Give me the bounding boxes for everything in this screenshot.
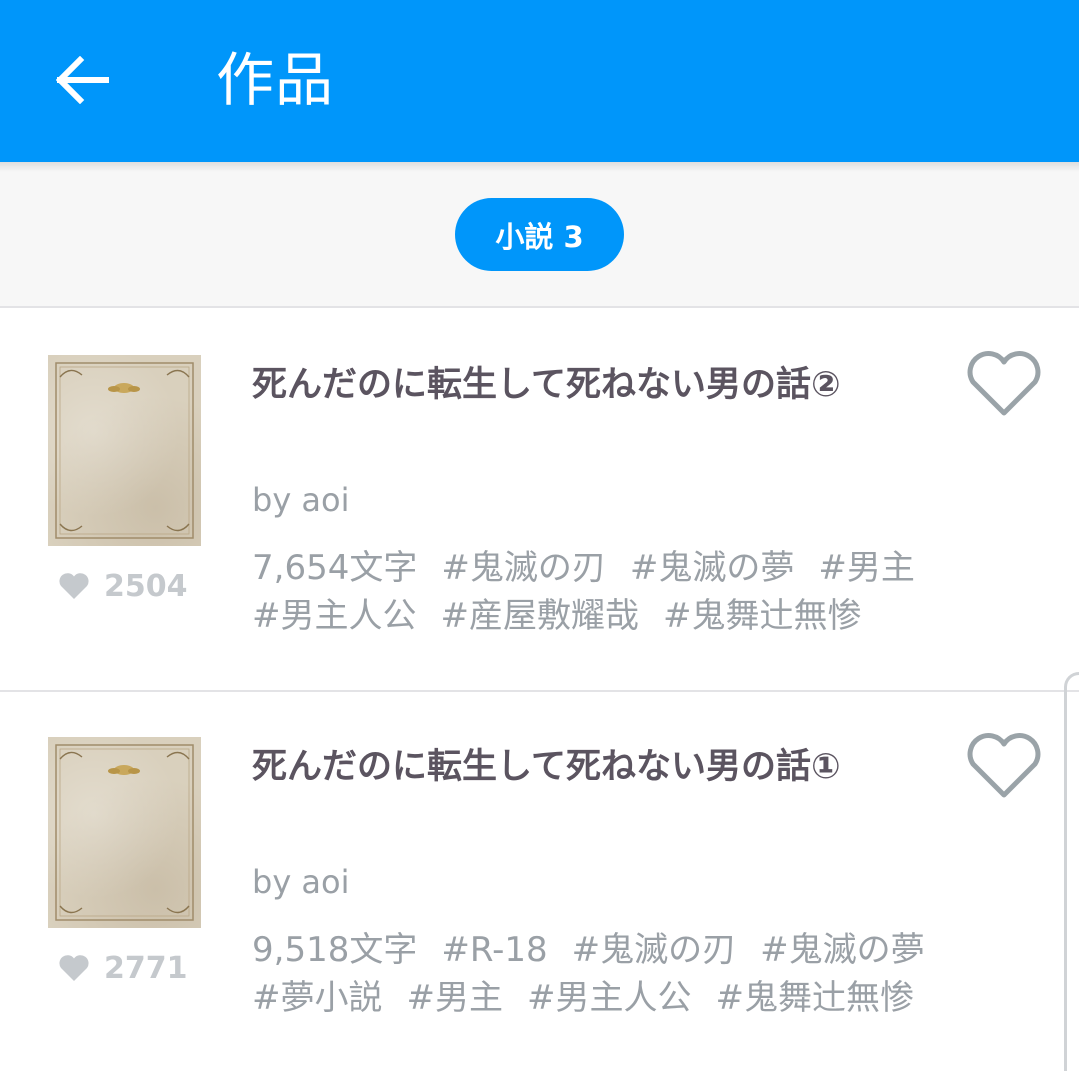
work-item[interactable]: 2504 死んだのに転生して死ねない男の話② by aoi 7,654文字 #鬼滅… [0,310,1079,692]
tag[interactable]: #産屋敷耀哉 [441,592,640,640]
char-count: 7,654文字 [252,548,418,588]
app-bar-shadow [0,162,1079,172]
heart-filled-icon [59,573,89,599]
page-title: 作品 [216,46,335,114]
work-title[interactable]: 死んだのに転生して死ねない男の話① [252,744,912,790]
heart-outline-icon [967,733,1041,798]
work-tags: 9,518文字 #R-18 #鬼滅の刃 #鬼滅の夢 #夢小説 #男主 #男主人公 #鬼舞辻無惨 [252,926,1012,1022]
back-button[interactable] [50,52,116,108]
like-count: 2771 [58,948,188,988]
tag[interactable]: #鬼舞辻無惨 [663,592,862,640]
overlay-panel-edge [1064,672,1079,1071]
bookmark-button[interactable] [965,350,1043,418]
tag[interactable]: #鬼滅の夢 [630,544,795,592]
heart-outline-icon [967,351,1041,416]
work-author[interactable]: by aoi [252,480,350,520]
heart-filled-icon [59,955,89,981]
like-count: 2504 [58,566,188,606]
tag[interactable]: #男主 [407,974,504,1022]
tag[interactable]: #夢小説 [252,974,383,1022]
app-bar: 作品 [0,0,1079,162]
work-cover-image[interactable] [48,737,201,928]
work-item[interactable]: 2771 死んだのに転生して死ねない男の話① by aoi 9,518文字 #R-… [0,692,1079,1071]
bookmark-button[interactable] [965,732,1043,800]
like-count-value: 2504 [104,568,188,604]
like-count-value: 2771 [104,950,188,986]
tag[interactable]: #鬼舞辻無惨 [716,974,915,1022]
work-cover-image[interactable] [48,355,201,546]
tag[interactable]: #男主人公 [527,974,692,1022]
tag[interactable]: #鬼滅の夢 [760,926,925,974]
arrow-back-icon [56,56,109,104]
work-tags: 7,654文字 #鬼滅の刃 #鬼滅の夢 #男主 #男主人公 #産屋敷耀哉 #鬼舞辻無惨 [252,544,1012,640]
char-count: 9,518文字 [252,930,418,970]
work-author[interactable]: by aoi [252,862,350,902]
tag[interactable]: #R-18 [441,926,547,974]
work-title[interactable]: 死んだのに転生して死ねない男の話② [252,362,912,408]
tag[interactable]: #男主 [818,544,915,592]
tag[interactable]: #男主人公 [252,592,417,640]
novel-filter-chip[interactable]: 小説 3 [455,198,624,271]
tag[interactable]: #鬼滅の刃 [572,926,737,974]
tag[interactable]: #鬼滅の刃 [441,544,606,592]
